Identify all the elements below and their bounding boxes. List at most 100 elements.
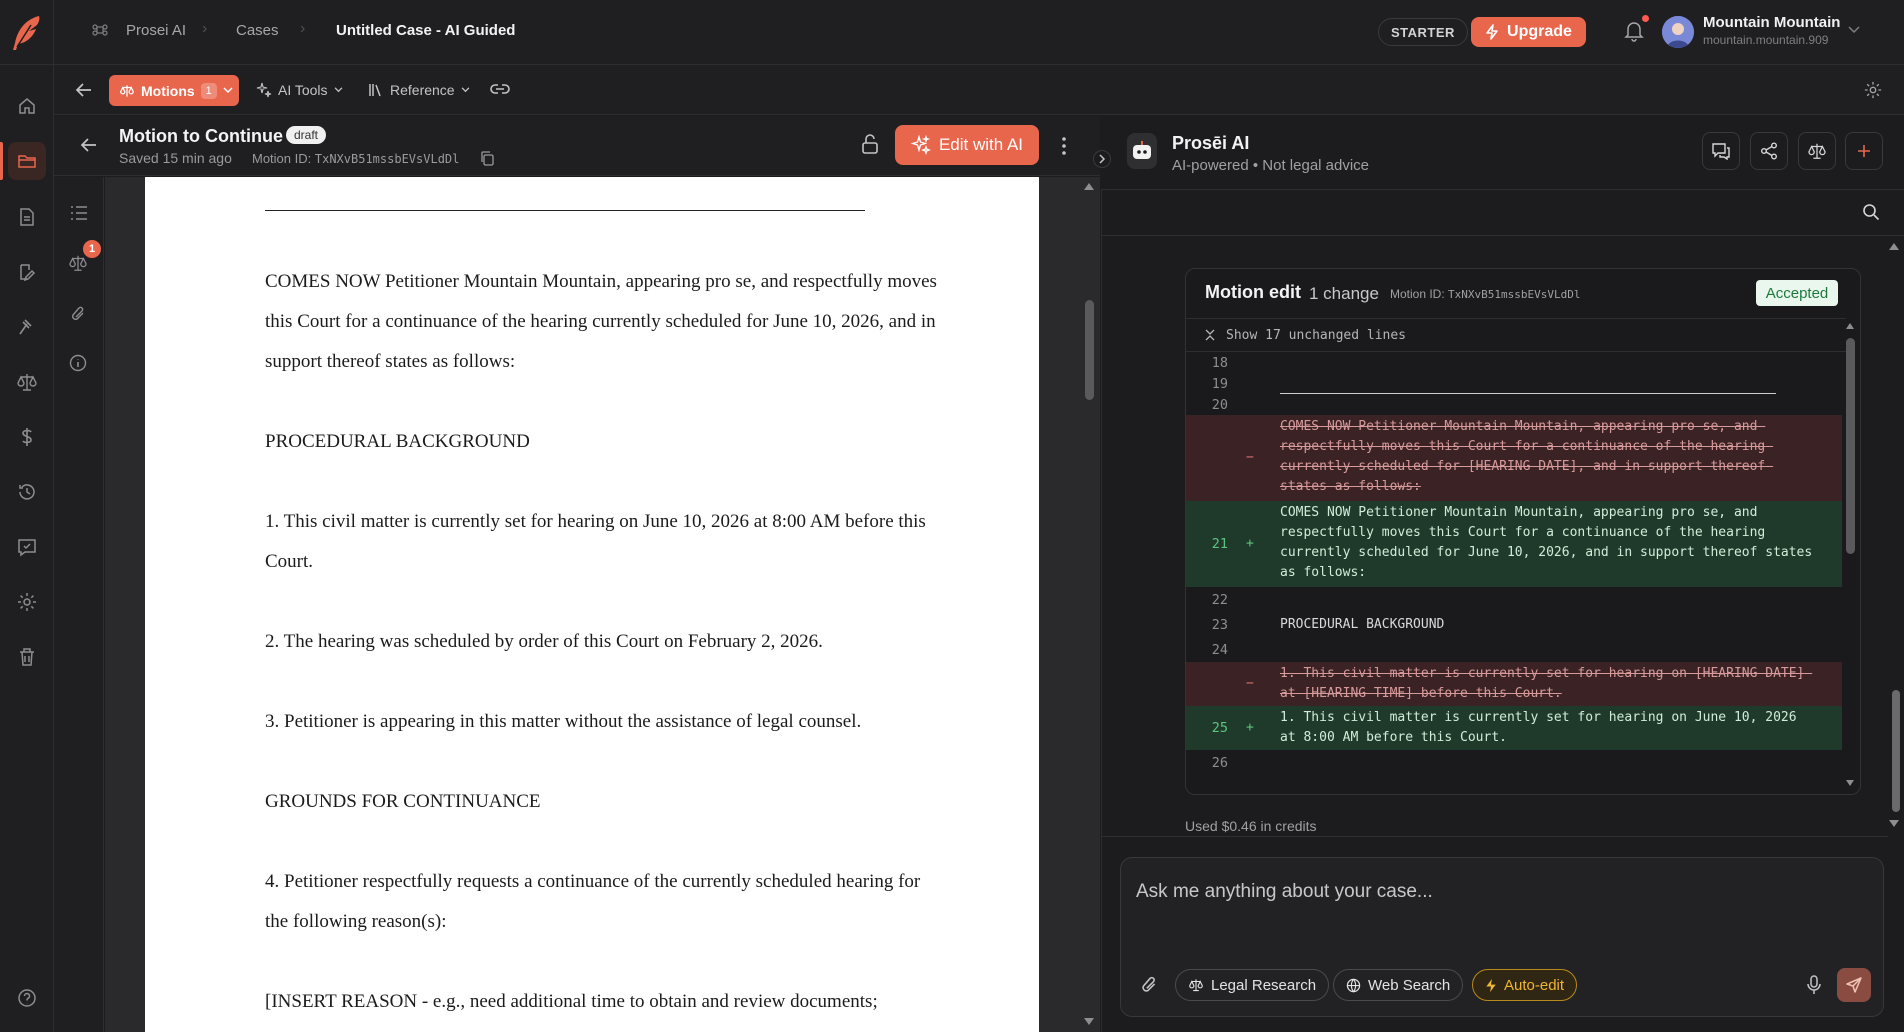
- globe-icon: [1346, 978, 1361, 992]
- outline-list-icon[interactable]: [70, 205, 88, 221]
- back-arrow-icon[interactable]: [80, 137, 98, 153]
- bell-icon[interactable]: [1624, 20, 1644, 42]
- scales-icon[interactable]: [68, 254, 88, 272]
- diff-scroll-thumb[interactable]: [1846, 338, 1855, 554]
- paragraph-1: 1. This civil matter is currently set fo…: [265, 511, 926, 572]
- breadcrumb-separator: ›: [202, 20, 208, 37]
- edit-document-icon[interactable]: [13, 258, 41, 286]
- scroll-down-arrow[interactable]: [1084, 1018, 1094, 1025]
- sparkle-icon: [256, 82, 272, 98]
- copy-icon[interactable]: [480, 151, 494, 166]
- auto-edit-chip[interactable]: Auto-edit: [1472, 969, 1578, 1001]
- diff-line: 18: [1211, 355, 1228, 371]
- reference-button[interactable]: Reference: [368, 82, 470, 98]
- heading-grounds-for-continuance: GROUNDS FOR CONTINUANCE: [265, 791, 541, 812]
- send-button[interactable]: [1837, 968, 1871, 1002]
- scroll-up-arrow[interactable]: [1889, 243, 1899, 250]
- expand-icon: [1205, 329, 1215, 341]
- diff-line: 20: [1211, 397, 1228, 413]
- document-page[interactable]: COMES NOW Petitioner Mountain Mountain, …: [145, 177, 1039, 1032]
- breadcrumb-home[interactable]: Prosei AI: [126, 22, 186, 39]
- new-chat-button[interactable]: [1845, 132, 1883, 170]
- motion-id: Motion ID: TxNXvB51mssbEVsVLdDl: [252, 151, 460, 166]
- signature-line: [265, 210, 865, 211]
- paragraph-4: 4. Petitioner respectfully requests a co…: [265, 871, 921, 932]
- scales-icon: [1808, 143, 1826, 159]
- document-scroll-thumb[interactable]: [1085, 300, 1094, 400]
- saved-status: Saved 15 min ago: [119, 150, 232, 166]
- panel-scroll-thumb[interactable]: [1892, 690, 1900, 812]
- diff-line: 22: [1211, 592, 1228, 608]
- show-unchanged-toggle[interactable]: Show 17 unchanged lines: [1186, 318, 1846, 352]
- trash-icon[interactable]: [13, 643, 41, 671]
- library-icon: [369, 84, 381, 97]
- gear-icon[interactable]: [1864, 81, 1882, 99]
- paragraph-2: 2. The hearing was scheduled by order of…: [265, 631, 823, 652]
- more-vertical-icon[interactable]: [1062, 137, 1066, 155]
- avatar[interactable]: [1662, 16, 1694, 48]
- document-title: Motion to Continue: [119, 126, 283, 146]
- search-icon[interactable]: [1862, 203, 1880, 221]
- legal-mode-button[interactable]: [1798, 132, 1836, 170]
- chevron-down-icon: [461, 87, 469, 93]
- unlock-icon[interactable]: [861, 134, 879, 154]
- legal-research-chip[interactable]: Legal Research: [1175, 969, 1330, 1001]
- folder-icon[interactable]: [8, 142, 46, 180]
- chat-icon[interactable]: [13, 533, 41, 561]
- command-icon[interactable]: [92, 22, 108, 38]
- lightning-icon: [1486, 24, 1498, 40]
- microphone-icon[interactable]: [1806, 975, 1822, 995]
- diff-line: 26: [1211, 755, 1228, 771]
- ai-logo-icon: [1127, 133, 1157, 169]
- divider: [1101, 836, 1888, 837]
- info-icon[interactable]: [69, 354, 87, 372]
- dollar-icon[interactable]: [13, 423, 41, 451]
- top-bar: [0, 0, 1904, 65]
- scroll-up-arrow[interactable]: [1846, 323, 1854, 329]
- diff-motion-id: Motion ID: TxNXvB51mssbEVsVLdDl: [1390, 287, 1581, 301]
- diff-line-removed: − 1. This civil matter is currently set …: [1186, 662, 1842, 706]
- share-button[interactable]: [1750, 132, 1788, 170]
- conversations-button[interactable]: [1702, 132, 1740, 170]
- web-search-chip[interactable]: Web Search: [1333, 969, 1464, 1001]
- back-arrow-icon[interactable]: [75, 82, 93, 98]
- paragraph-3: 3. Petitioner is appearing in this matte…: [265, 711, 862, 732]
- paperclip-icon[interactable]: [1139, 975, 1159, 995]
- scroll-down-arrow[interactable]: [1846, 780, 1854, 786]
- upgrade-button[interactable]: Upgrade: [1471, 17, 1586, 47]
- collapse-panel-button[interactable]: [1093, 150, 1111, 168]
- scales-icon: [120, 84, 134, 97]
- scales-icon[interactable]: [13, 368, 41, 396]
- home-icon[interactable]: [13, 92, 41, 120]
- credits-usage: Used $0.46 in credits: [1185, 818, 1317, 834]
- sparkle-icon: [910, 135, 931, 155]
- minus-icon: −: [1246, 450, 1254, 465]
- diff-line-added: 25 + 1. This civil matter is currently s…: [1186, 706, 1842, 750]
- breadcrumb-current: Untitled Case - AI Guided: [336, 22, 516, 39]
- settings-icon[interactable]: [13, 588, 41, 616]
- help-icon[interactable]: [13, 984, 41, 1012]
- user-name[interactable]: Mountain Mountain: [1703, 14, 1840, 31]
- chat-input[interactable]: [1136, 877, 1836, 907]
- gavel-icon[interactable]: [13, 313, 41, 341]
- notification-dot: [1642, 15, 1649, 22]
- scroll-up-arrow[interactable]: [1084, 183, 1094, 190]
- ai-tools-button[interactable]: AI Tools: [256, 82, 343, 98]
- breadcrumb-cases[interactable]: Cases: [236, 22, 279, 39]
- heading-procedural-background: PROCEDURAL BACKGROUND: [265, 431, 530, 452]
- chevron-down-icon[interactable]: [1848, 26, 1860, 34]
- send-icon: [1846, 977, 1862, 993]
- app-logo[interactable]: [0, 0, 54, 65]
- motions-button[interactable]: Motions 1: [109, 75, 239, 106]
- document-icon[interactable]: [13, 203, 41, 231]
- history-icon[interactable]: [13, 478, 41, 506]
- link-icon[interactable]: [490, 82, 510, 96]
- ai-subtitle: AI-powered • Not legal advice: [1172, 157, 1370, 174]
- edit-with-ai-button[interactable]: Edit with AI: [895, 125, 1039, 165]
- paperclip-icon[interactable]: [70, 305, 86, 323]
- chevron-right-icon: [1098, 154, 1105, 164]
- chevron-down-icon: [334, 87, 342, 93]
- scroll-down-arrow[interactable]: [1889, 820, 1899, 827]
- paragraph-reason: [INSERT REASON - e.g., need additional t…: [265, 991, 878, 1012]
- breadcrumb-separator: ›: [300, 20, 306, 37]
